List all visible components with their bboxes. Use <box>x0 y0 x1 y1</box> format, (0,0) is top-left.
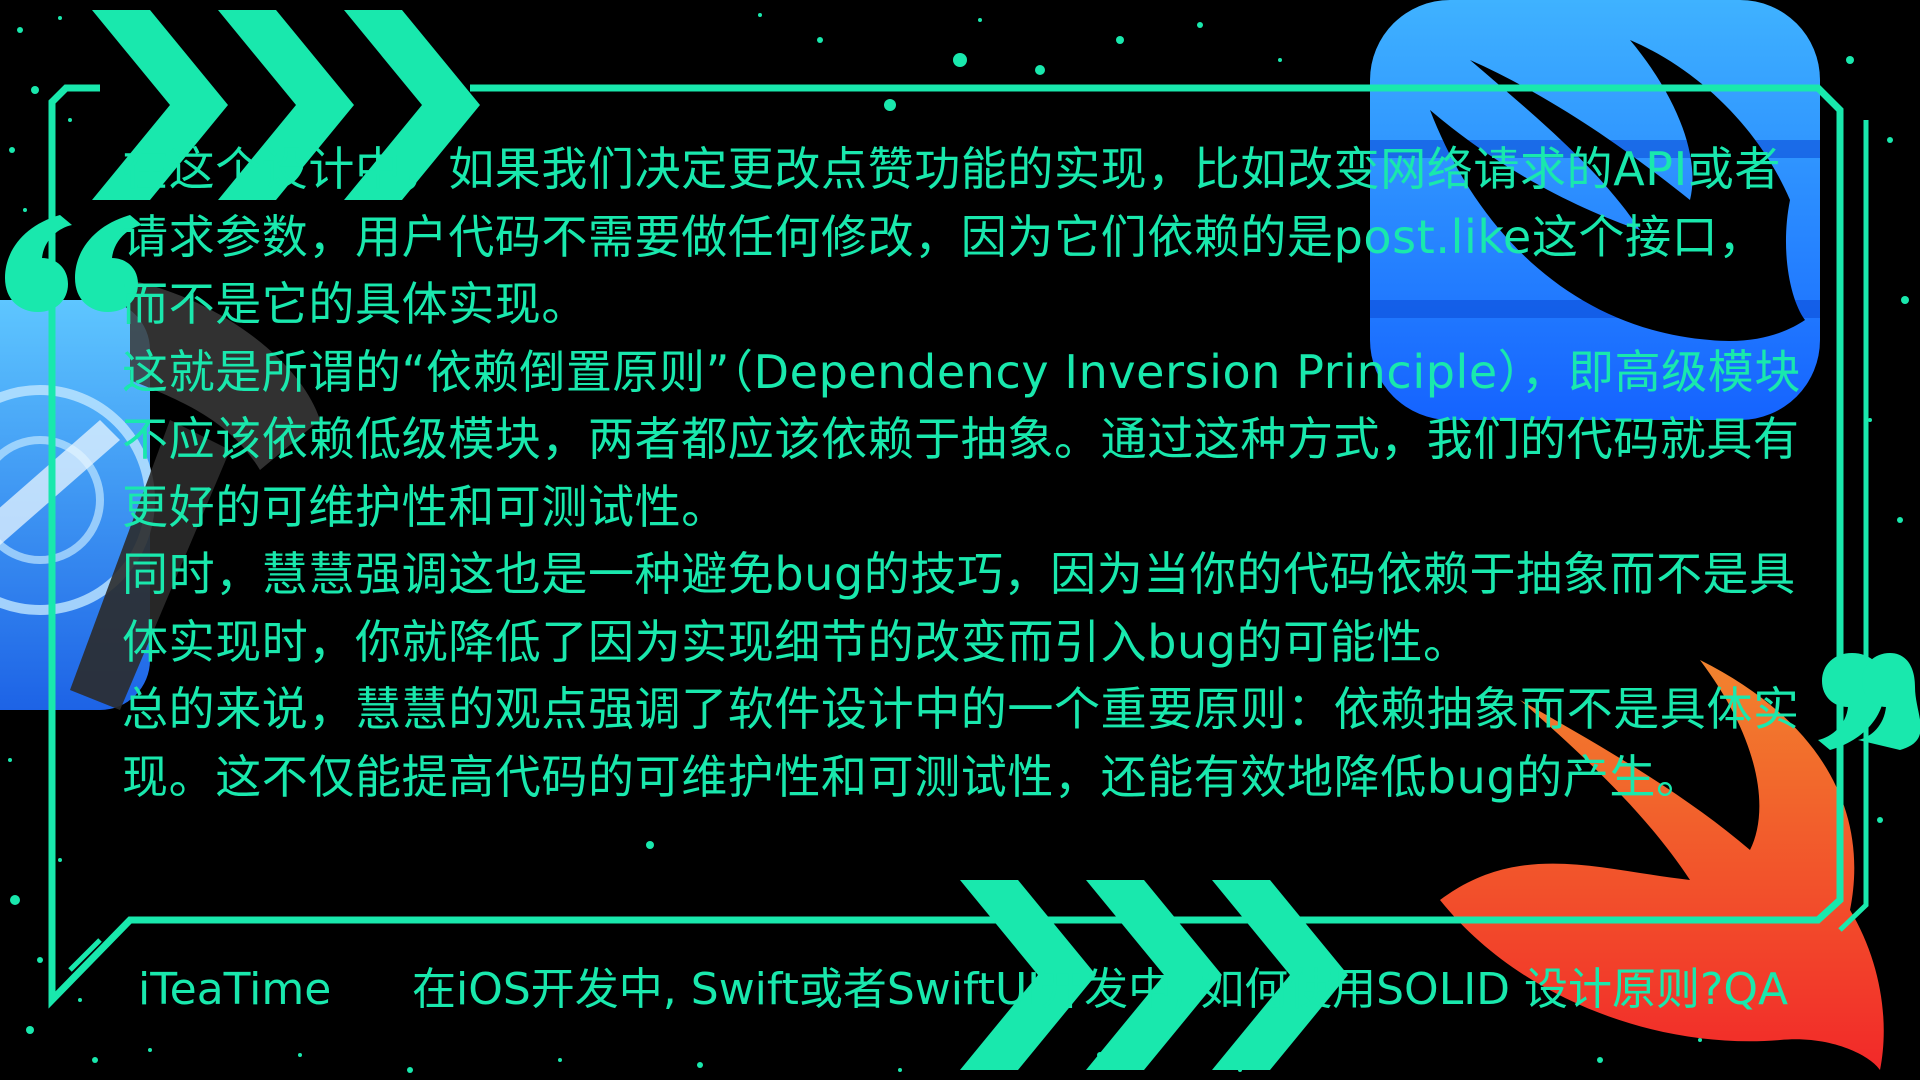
paragraph-2: 这就是所谓的“依赖倒置原则”（Dependency Inversion Prin… <box>122 344 1801 534</box>
paragraph-1: 在这个设计中，如果我们决定更改点赞功能的实现，比如改变网络请求的API或者请求参… <box>122 142 1781 331</box>
footer: iTeaTime 在iOS开发中, Swift或者SwiftUI开发中, 如何使… <box>0 950 1920 1030</box>
footer-title: 在iOS开发中, Swift或者SwiftUI开发中, 如何使用SOLID 设计… <box>412 964 1789 1015</box>
paragraph-3: 同时，慧慧强调这也是一种避免bug的技巧，因为当你的代码依赖于抽象而不是具体实现… <box>122 547 1796 669</box>
quote-text: 在这个设计中，如果我们决定更改点赞功能的实现，比如改变网络请求的API或者请求参… <box>122 136 1802 876</box>
close-quote-icon <box>1818 653 1920 750</box>
paragraph-4: 总的来说，慧慧的观点强调了软件设计中的一个重要原则：依赖抽象而不是具体实现。这不… <box>122 682 1800 804</box>
brand-name: iTeaTime <box>138 964 332 1015</box>
